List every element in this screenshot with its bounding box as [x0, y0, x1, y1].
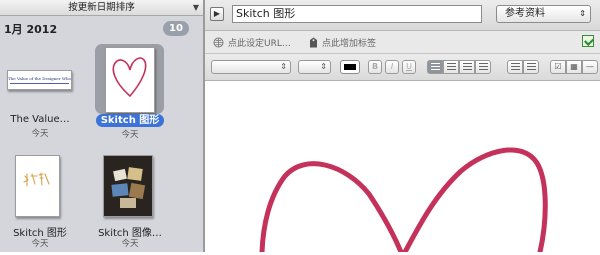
note-title-label: The Value…: [10, 114, 70, 125]
bold-button[interactable]: B: [368, 60, 382, 74]
note-header: ▶ Skitch 图形 参考资料 ⇕: [205, 0, 600, 31]
note-tile-selected[interactable]: Skitch 图形 今天: [90, 40, 170, 140]
underline-button[interactable]: U: [402, 60, 416, 74]
url-field[interactable]: 点此设定URL…: [213, 36, 291, 51]
note-title-label: Skitch 图形: [95, 114, 165, 127]
horizontal-rule-icon[interactable]: —: [582, 60, 598, 74]
notebook-label: 参考资料: [505, 8, 545, 19]
heart-drawing: [259, 147, 548, 255]
thumbnail-text: The Value of the Designer Who Codes: [8, 76, 71, 81]
note-thumbnail: [103, 155, 153, 217]
font-size-select[interactable]: [298, 60, 331, 74]
note-thumbnail: The Value of the Designer Who Codes: [7, 70, 72, 90]
note-list-panel: 按更新日期排序 ▼ 1月 2012 10 The Value of the De…: [0, 0, 203, 252]
sort-dropdown[interactable]: 按更新日期排序 ▼: [0, 0, 203, 16]
note-count-badge: 10: [163, 21, 189, 36]
formatting-toolbar: B I U ☑ ▦ —: [205, 54, 600, 81]
note-tile[interactable]: Skitch 图形 今天: [0, 145, 80, 249]
note-date: 今天: [31, 239, 49, 249]
chevron-updown-icon: ⇕: [579, 9, 586, 18]
align-right-button[interactable]: [459, 60, 475, 74]
note-date: 今天: [121, 130, 139, 140]
share-icon[interactable]: [582, 35, 594, 47]
globe-icon: [213, 37, 224, 51]
align-justify-button[interactable]: [475, 60, 491, 74]
note-content-area[interactable]: [205, 81, 600, 255]
group-title: 1月 2012: [4, 23, 58, 36]
tag-icon: [309, 37, 318, 51]
italic-button[interactable]: I: [385, 60, 399, 74]
align-center-button[interactable]: [443, 60, 459, 74]
chevron-down-icon: ▼: [192, 3, 199, 12]
note-tile[interactable]: Skitch 图像… 今天: [90, 145, 170, 249]
align-left-button[interactable]: [427, 60, 443, 74]
note-title-input[interactable]: Skitch 图形: [232, 5, 482, 23]
note-thumbnail: [15, 155, 60, 217]
note-editor: ▶ Skitch 图形 参考资料 ⇕ 点此设定URL… 点此增加标签 B I U: [205, 0, 600, 255]
bullet-list-button[interactable]: [507, 60, 523, 74]
tags-field[interactable]: 点此增加标签: [309, 36, 376, 51]
play-icon[interactable]: ▶: [210, 7, 224, 21]
table-icon[interactable]: ▦: [566, 60, 582, 74]
notebook-select[interactable]: 参考资料 ⇕: [496, 5, 591, 23]
note-date: 今天: [121, 239, 139, 249]
note-date: 今天: [31, 129, 49, 139]
sort-label: 按更新日期排序: [68, 2, 135, 13]
font-color-picker[interactable]: [340, 60, 360, 74]
url-placeholder: 点此设定URL…: [228, 39, 291, 49]
photo-thumbnail-icon: [104, 156, 152, 216]
tags-placeholder: 点此增加标签: [322, 39, 377, 49]
note-tile[interactable]: The Value of the Designer Who Codes The …: [0, 40, 80, 140]
checkbox-icon[interactable]: ☑: [550, 60, 566, 74]
heart-thumbnail-icon: [112, 57, 147, 98]
font-family-select[interactable]: [211, 60, 291, 74]
handwriting-thumbnail-icon: [23, 172, 50, 187]
note-thumbnail: [105, 47, 155, 113]
numbered-list-button[interactable]: [523, 60, 539, 74]
note-meta-bar: 点此设定URL… 点此增加标签: [205, 31, 600, 54]
